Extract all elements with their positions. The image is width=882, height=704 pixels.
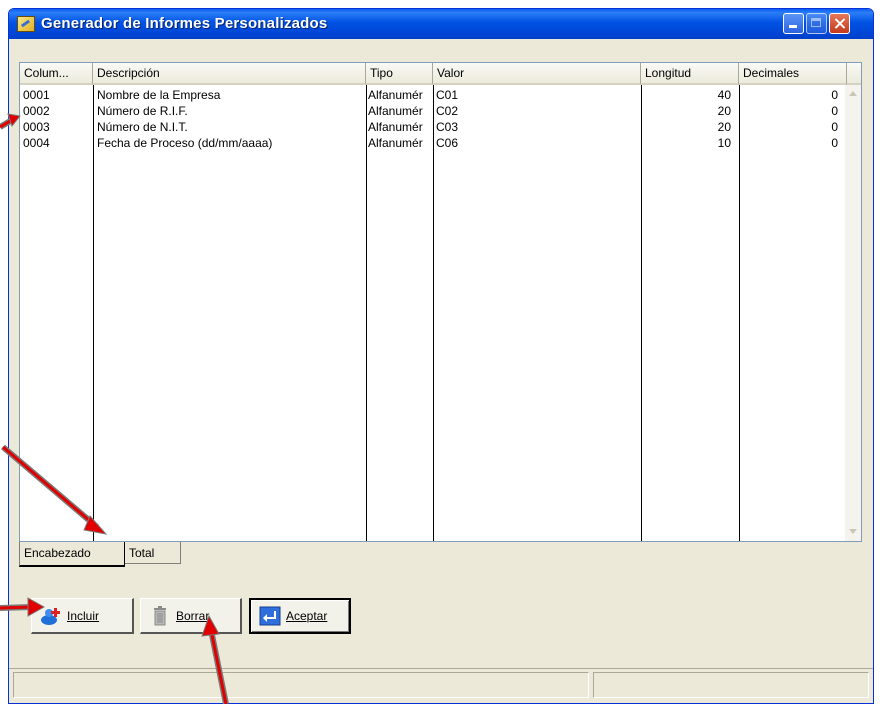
grid-header: Colum... Descripción Tipo Valor Longitud… (20, 63, 861, 85)
add-user-icon (40, 606, 62, 626)
borrar-button[interactable]: Borrar (140, 598, 242, 634)
trash-icon (149, 605, 171, 626)
cell-longitud: 20 (717, 104, 731, 118)
cell-longitud: 20 (717, 120, 731, 134)
vertical-scrollbar[interactable] (845, 85, 861, 541)
header-decimales[interactable]: Decimales (739, 63, 847, 85)
cell-valor: C01 (436, 88, 459, 102)
cell-descripcion: Nombre de la Empresa (97, 88, 221, 102)
tab-encabezado[interactable]: Encabezado (19, 542, 125, 567)
columns-grid[interactable]: Colum... Descripción Tipo Valor Longitud… (19, 62, 862, 542)
cell-longitud: 40 (717, 88, 731, 102)
window-title: Generador de Informes Personalizados (41, 15, 328, 32)
cell-decimales: 0 (831, 120, 838, 134)
cell-decimales: 0 (831, 136, 838, 150)
grid-column-divider (93, 85, 94, 541)
status-bar (9, 668, 873, 703)
grid-column-divider (641, 85, 642, 541)
aceptar-label: Aceptar (286, 609, 328, 623)
header-filler (847, 63, 861, 85)
cell-colum: 0004 (23, 136, 50, 150)
status-pane-main (13, 672, 589, 698)
minimize-button[interactable] (783, 13, 804, 34)
grid-column-divider (366, 85, 367, 541)
status-pane-secondary (593, 672, 869, 698)
cell-descripcion: Fecha de Proceso (dd/mm/aaaa) (97, 136, 273, 150)
cell-descripcion: Número de R.I.F. (97, 104, 188, 118)
cell-tipo: Alfanumér (368, 88, 423, 102)
table-row[interactable]: 0003 Número de N.I.T. Alfanumér C03 20 0 (20, 119, 850, 135)
table-row[interactable]: 0001 Nombre de la Empresa Alfanumér C01 … (20, 87, 850, 103)
header-tipo[interactable]: Tipo (366, 63, 433, 85)
title-bar[interactable]: Generador de Informes Personalizados (9, 9, 873, 39)
table-row[interactable]: 0002 Número de R.I.F. Alfanumér C02 20 0 (20, 103, 850, 119)
grid-column-divider (739, 85, 740, 541)
cell-tipo: Alfanumér (368, 120, 423, 134)
cell-valor: C02 (436, 104, 459, 118)
cell-colum: 0003 (23, 120, 50, 134)
header-longitud[interactable]: Longitud (641, 63, 739, 85)
grid-column-divider (433, 85, 434, 541)
table-row[interactable]: 0004 Fecha de Proceso (dd/mm/aaaa) Alfan… (20, 135, 850, 151)
cell-valor: C03 (436, 120, 459, 134)
aceptar-button[interactable]: Aceptar (249, 598, 351, 634)
report-generator-window: Generador de Informes Personalizados Col… (8, 8, 874, 704)
borrar-label: Borrar (176, 608, 210, 623)
enter-arrow-icon (259, 606, 281, 626)
incluir-button[interactable]: Incluir (31, 598, 134, 634)
cell-tipo: Alfanumér (368, 136, 423, 150)
cell-decimales: 0 (831, 104, 838, 118)
scroll-down-icon[interactable] (847, 526, 859, 538)
report-icon (17, 16, 35, 32)
header-valor[interactable]: Valor (433, 63, 641, 85)
incluir-label: Incluir (67, 608, 100, 623)
cell-colum: 0001 (23, 88, 50, 102)
tab-strip: Encabezado Total (19, 542, 319, 567)
cell-colum: 0002 (23, 104, 50, 118)
cell-tipo: Alfanumér (368, 104, 423, 118)
close-button[interactable] (829, 13, 850, 34)
header-descripcion[interactable]: Descripción (93, 63, 366, 85)
cell-descripcion: Número de N.I.T. (97, 120, 188, 134)
maximize-button[interactable] (806, 13, 827, 34)
cell-longitud: 10 (717, 136, 731, 150)
header-colum[interactable]: Colum... (20, 63, 93, 85)
cell-decimales: 0 (831, 88, 838, 102)
cell-valor: C06 (436, 136, 459, 150)
scroll-up-icon[interactable] (847, 88, 859, 100)
tab-total[interactable]: Total (125, 542, 181, 564)
